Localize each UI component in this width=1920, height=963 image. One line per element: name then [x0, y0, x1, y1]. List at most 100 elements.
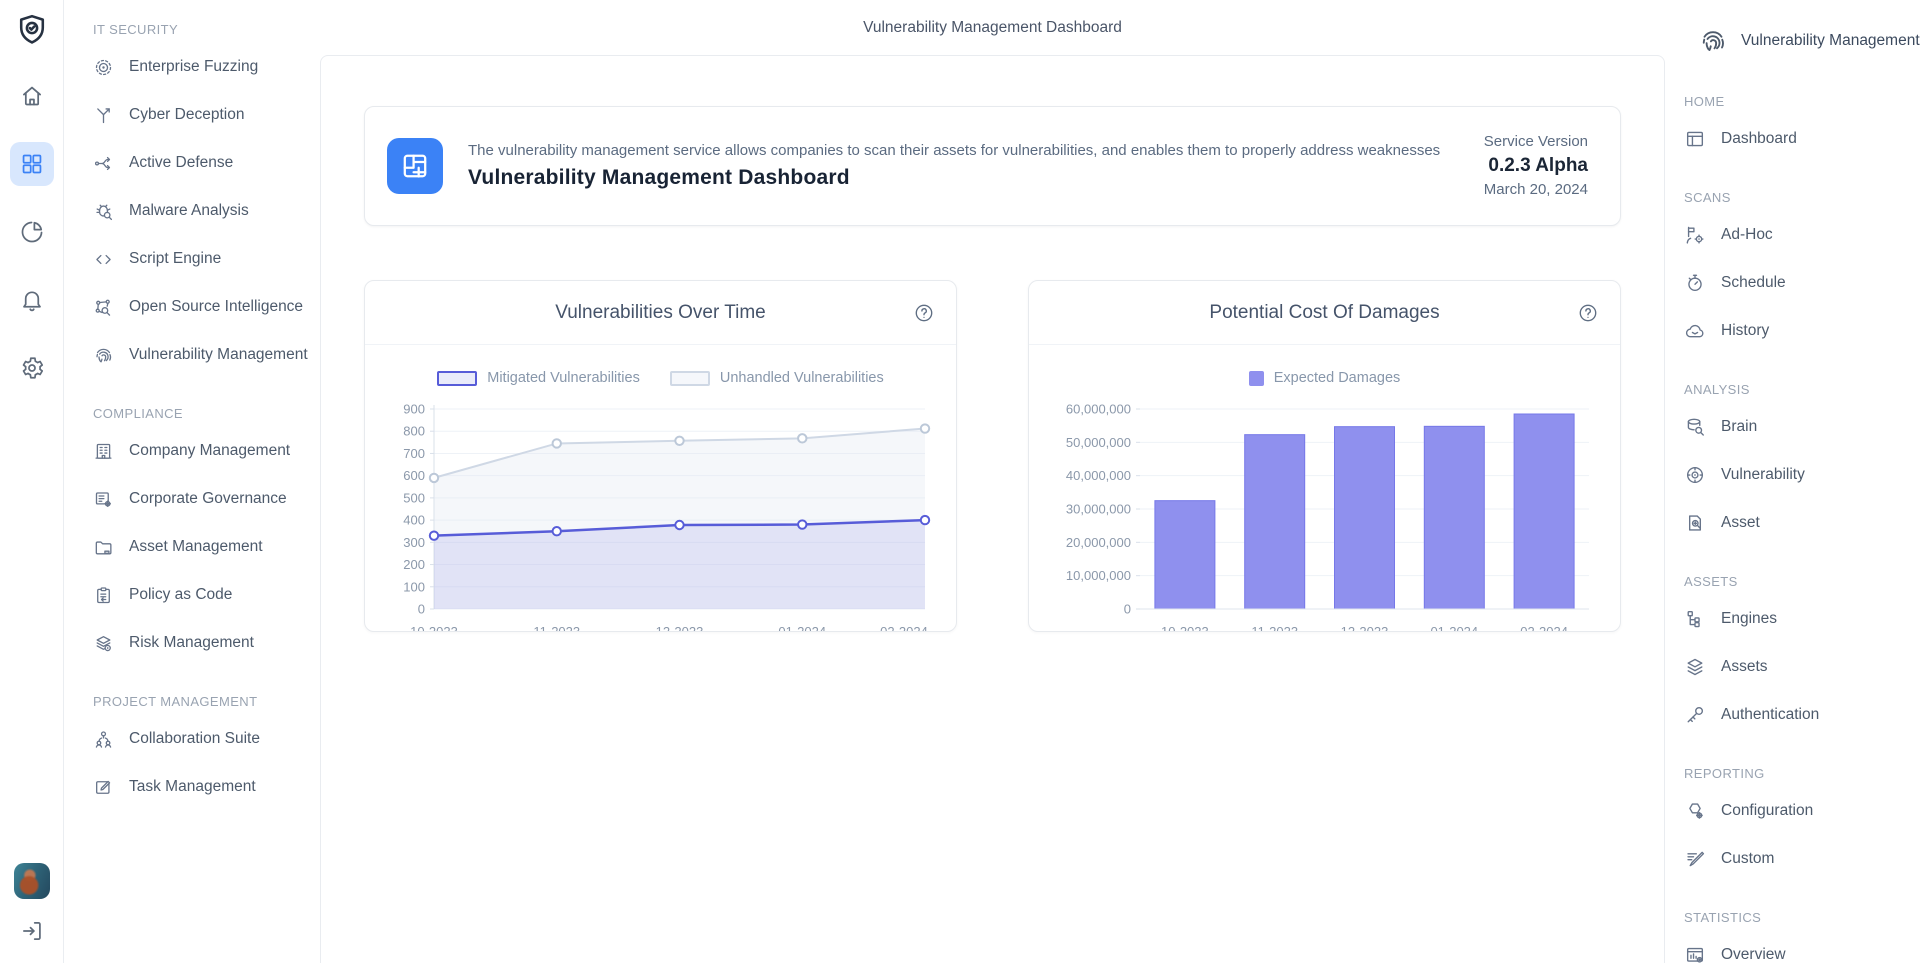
gear-icon — [19, 355, 45, 381]
right-sidebar-section-label: ASSETS — [1684, 567, 1920, 595]
user-avatar[interactable] — [14, 863, 50, 899]
sidebar-item-cyber-deception[interactable]: Cyber Deception — [93, 91, 320, 139]
legend-entry: Expected Damages — [1249, 370, 1401, 386]
app-root: IT SECURITYEnterprise FuzzingCyber Decep… — [0, 0, 1920, 963]
page-title: Vulnerability Management Dashboard — [320, 0, 1665, 55]
svg-text:12-2023: 12-2023 — [1341, 624, 1389, 632]
question-circle-icon — [913, 302, 935, 324]
line-chart-card: Vulnerabilities Over Time Mitigated Vuln… — [364, 280, 957, 632]
svg-text:100: 100 — [403, 579, 425, 594]
right-sidebar-item-authentication[interactable]: Authentication — [1684, 691, 1920, 739]
right-sidebar-item-dashboard[interactable]: Dashboard — [1684, 115, 1920, 163]
line-chart-legend: Mitigated Vulnerabilities Unhandled Vuln… — [365, 367, 956, 389]
bar-chart: 010,000,00020,000,00030,000,00040,000,00… — [1052, 393, 1597, 632]
edit-square-icon — [93, 777, 114, 798]
sidebar-item-label: Vulnerability Management — [129, 346, 308, 364]
right-sidebar-section-label: STATISTICS — [1684, 903, 1920, 931]
sidebar-item-risk-management[interactable]: Risk Management — [93, 619, 320, 667]
right-sidebar-item-overview[interactable]: Overview — [1684, 931, 1920, 963]
line-chart: 010020030040050060070080090010-202311-20… — [388, 393, 933, 632]
sidebar-item-policy-as-code[interactable]: Policy as Code — [93, 571, 320, 619]
main-panel: The vulnerability management service all… — [320, 55, 1665, 963]
sidebar-item-script-engine[interactable]: Script Engine — [93, 235, 320, 283]
sidebar-item-active-defense[interactable]: Active Defense — [93, 139, 320, 187]
sidebar-item-label: Company Management — [129, 442, 290, 460]
sidebar-item-open-source-intelligence[interactable]: Open Source Intelligence — [93, 283, 320, 331]
cloud-icon — [1684, 320, 1706, 342]
legend-swatch — [1249, 371, 1264, 386]
right-sidebar-item-assets[interactable]: Assets — [1684, 643, 1920, 691]
code-icon — [93, 249, 114, 270]
rail-item-notifications[interactable] — [10, 278, 54, 322]
right-sidebar-item-engines[interactable]: Engines — [1684, 595, 1920, 643]
sidebar-item-malware-analysis[interactable]: Malware Analysis — [93, 187, 320, 235]
svg-text:400: 400 — [403, 513, 425, 528]
charts-row: Vulnerabilities Over Time Mitigated Vuln… — [364, 280, 1621, 632]
sidebar-item-task-management[interactable]: Task Management — [93, 763, 320, 811]
version-date: March 20, 2024 — [1484, 180, 1588, 200]
chart-header: Potential Cost Of Damages — [1029, 281, 1620, 345]
svg-text:40,000,000: 40,000,000 — [1066, 468, 1131, 483]
rail-item-settings[interactable] — [10, 346, 54, 390]
icon-rail — [0, 0, 64, 963]
right-sidebar-item-schedule[interactable]: Schedule — [1684, 259, 1920, 307]
rail-bottom — [14, 863, 50, 949]
sidebar-item-label: Asset Management — [129, 538, 263, 556]
sidebar-item-label: Active Defense — [129, 154, 233, 172]
fork-icon — [93, 105, 114, 126]
sidebar-item-asset-management[interactable]: Asset Management — [93, 523, 320, 571]
sidebar-item-vulnerability-management[interactable]: Vulnerability Management — [93, 331, 320, 379]
svg-text:02-2024: 02-2024 — [1520, 624, 1568, 632]
sidebar-section-label: COMPLIANCE — [93, 399, 320, 427]
database-search-icon — [1684, 416, 1706, 438]
fingerprint-icon — [93, 345, 114, 366]
svg-text:11-2023: 11-2023 — [533, 624, 580, 632]
right-sidebar-item-ad-hoc[interactable]: Ad-Hoc — [1684, 211, 1920, 259]
legend-label: Mitigated Vulnerabilities — [487, 370, 640, 386]
right-sidebar-item-label: Authentication — [1721, 706, 1819, 724]
info-text: The vulnerability management service all… — [468, 142, 1440, 190]
right-sidebar-item-brain[interactable]: Brain — [1684, 403, 1920, 451]
svg-text:300: 300 — [403, 535, 425, 550]
graph-search-icon — [93, 297, 114, 318]
sidebar-item-enterprise-fuzzing[interactable]: Enterprise Fuzzing — [93, 43, 320, 91]
right-sidebar-item-asset[interactable]: Asset — [1684, 499, 1920, 547]
home-icon — [19, 83, 45, 109]
right-sidebar-item-vulnerability[interactable]: Vulnerability — [1684, 451, 1920, 499]
version-block: Service Version 0.2.3 Alpha March 20, 20… — [1484, 132, 1588, 200]
right-sidebar-header: Vulnerability Management — [1684, 0, 1920, 71]
help-button[interactable] — [1577, 302, 1599, 324]
svg-text:10-2023: 10-2023 — [1161, 624, 1209, 632]
right-sidebar-item-label: Schedule — [1721, 274, 1786, 292]
sidebar-section-label: PROJECT MANAGEMENT — [93, 687, 320, 715]
help-button[interactable] — [913, 302, 935, 324]
chart-title: Vulnerabilities Over Time — [555, 302, 765, 324]
rail-item-dashboard[interactable] — [10, 142, 54, 186]
svg-text:20,000,000: 20,000,000 — [1066, 535, 1131, 550]
key-icon — [1684, 704, 1706, 726]
sidebar-item-label: Script Engine — [129, 250, 221, 268]
svg-text:10,000,000: 10,000,000 — [1066, 568, 1131, 583]
logout-button[interactable] — [14, 913, 50, 949]
sidebar-item-label: Cyber Deception — [129, 106, 244, 124]
sidebar-item-corporate-governance[interactable]: Corporate Governance — [93, 475, 320, 523]
right-sidebar-item-label: Engines — [1721, 610, 1777, 628]
rail-item-home[interactable] — [10, 74, 54, 118]
route-arrows-icon — [93, 153, 114, 174]
grid-icon — [19, 151, 45, 177]
right-sidebar-item-label: Vulnerability — [1721, 466, 1805, 484]
right-sidebar-item-custom[interactable]: Custom — [1684, 835, 1920, 883]
right-sidebar-item-configuration[interactable]: Configuration — [1684, 787, 1920, 835]
legend-entry: Mitigated Vulnerabilities — [437, 370, 640, 386]
bell-icon — [19, 287, 45, 313]
sidebar-item-collaboration-suite[interactable]: Collaboration Suite — [93, 715, 320, 763]
rail-item-analytics[interactable] — [10, 210, 54, 254]
bug-search-icon — [93, 201, 114, 222]
sidebar-item-company-management[interactable]: Company Management — [93, 427, 320, 475]
right-sidebar-item-history[interactable]: History — [1684, 307, 1920, 355]
pie-chart-icon — [19, 219, 45, 245]
svg-text:02-2024: 02-2024 — [880, 624, 928, 632]
app-logo[interactable] — [14, 12, 50, 48]
svg-text:10-2023: 10-2023 — [410, 624, 458, 632]
legend-entry: Unhandled Vulnerabilities — [670, 370, 884, 386]
